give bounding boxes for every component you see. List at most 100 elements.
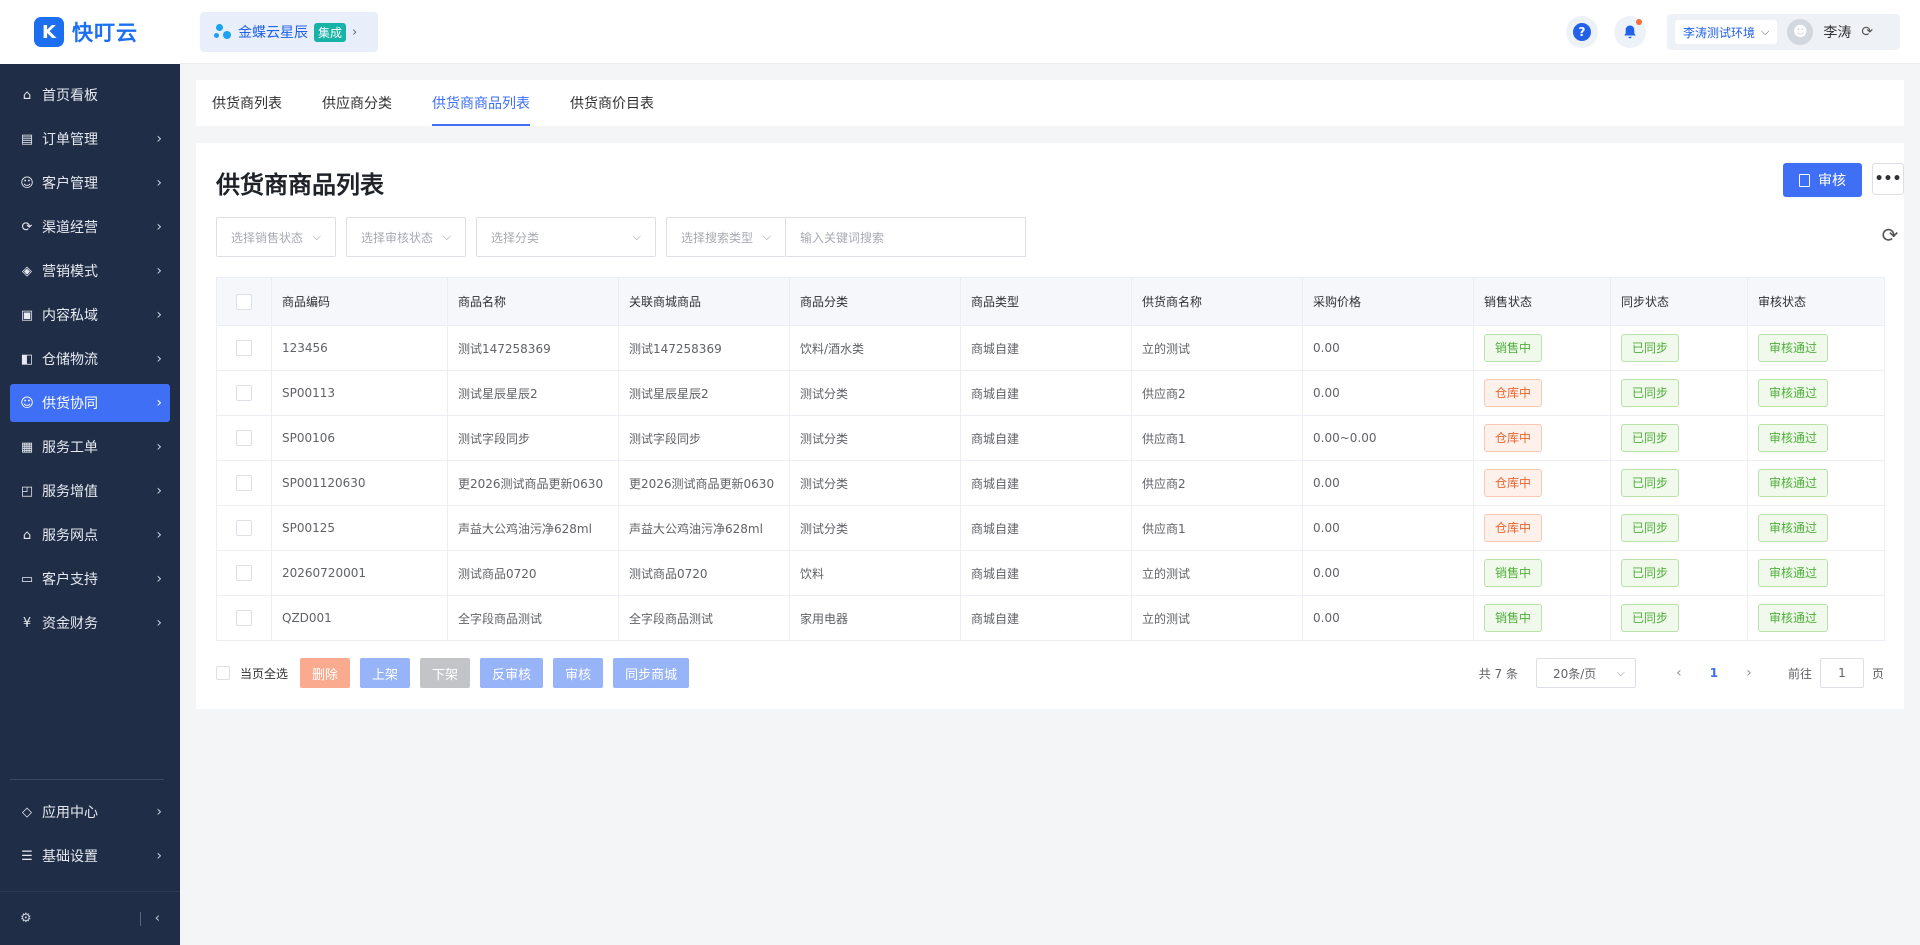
select-page-checkbox[interactable]: [216, 666, 230, 680]
row-checkbox-cell[interactable]: [216, 505, 272, 551]
settings-gear-icon[interactable]: ⚙: [20, 911, 32, 926]
row-checkbox-cell[interactable]: [216, 595, 272, 641]
select-all-checkbox[interactable]: [236, 293, 252, 310]
cell-price: 0.00: [1302, 370, 1474, 416]
org-switcher[interactable]: 金蝶云星辰 集成 ›: [200, 12, 378, 52]
total-count: 共 7 条: [1478, 666, 1518, 681]
prev-page-button[interactable]: ‹: [1664, 665, 1694, 681]
audit-button[interactable]: 审核: [1783, 163, 1862, 197]
sidebar-item-9[interactable]: ◰ 服务增值 ›: [10, 472, 170, 510]
delete-button[interactable]: 删除: [300, 658, 351, 688]
row-checkbox[interactable]: [236, 340, 252, 356]
chevron-right-icon: ›: [156, 351, 162, 367]
sidebar-item-8[interactable]: ▦ 服务工单 ›: [10, 428, 170, 466]
environment-select[interactable]: 李涛测试环境 ⌵: [1675, 20, 1778, 44]
category-select[interactable]: 选择分类 ⌵: [476, 217, 656, 257]
row-checkbox[interactable]: [236, 475, 252, 491]
goto-page-input[interactable]: 1: [1819, 658, 1864, 688]
table-row[interactable]: SP001120630 更2026测试商品更新0630 更2026测试商品更新063…: [216, 460, 1885, 506]
row-checkbox[interactable]: [236, 385, 252, 401]
keyword-search-input[interactable]: 输入关键词搜索: [786, 217, 1026, 257]
cell-price: 0.00: [1302, 505, 1474, 551]
sidebar-item-11[interactable]: ▭ 客户支持 ›: [10, 560, 170, 598]
select-page-label[interactable]: 当页全选: [240, 665, 288, 682]
row-checkbox[interactable]: [236, 610, 252, 626]
sync-mall-button[interactable]: 同步商城: [613, 658, 690, 688]
table-row[interactable]: 20260720001 测试商品0720 测试商品0720 饮料 商城自建 立的测试 0.0…: [216, 550, 1885, 596]
table-row[interactable]: QZD001 全字段商品测试 全字段商品测试 家用电器 商城自建 立的测试 0.00 销售中已…: [216, 595, 1885, 641]
more-button[interactable]: •••: [1872, 163, 1904, 195]
row-checkbox-cell[interactable]: [216, 325, 272, 371]
sales-status-select[interactable]: 选择销售状态 ⌵: [216, 217, 336, 257]
sidebar-item-3[interactable]: ⟳ 渠道经营 ›: [10, 208, 170, 246]
table-row[interactable]: SP00113 测试星辰星辰2 测试星辰星辰2 测试分类 商城自建 供应商2 0.00 仓库中…: [216, 370, 1885, 416]
sidebar-item-label: 渠道经营: [42, 220, 98, 236]
row-checkbox[interactable]: [236, 430, 252, 446]
page-number[interactable]: 1: [1694, 666, 1734, 680]
sidebar-item-label: 客户管理: [42, 176, 98, 192]
row-checkbox-cell[interactable]: [216, 415, 272, 461]
sales-status-badge: 销售中: [1484, 604, 1543, 632]
tab-3[interactable]: 供货商价目表: [570, 80, 654, 126]
sidebar-bottom-item-0[interactable]: ◇ 应用中心 ›: [10, 793, 170, 831]
cell-type: 商城自建: [960, 415, 1132, 461]
table-row[interactable]: 123456 测试147258369 测试147258369 饮料/酒水类 商城自建 立的…: [216, 325, 1885, 371]
page-size-value: 20条/页: [1552, 666, 1597, 681]
sidebar-item-6[interactable]: ◧ 仓储物流 ›: [10, 340, 170, 378]
sidebar-divider: [10, 779, 164, 780]
table-row[interactable]: SP00125 声益大公鸡油污净628ml 声益大公鸡油污净628ml 测试分类 商城自…: [216, 505, 1885, 551]
unaudit-button[interactable]: 反审核: [480, 658, 544, 688]
bag-icon: ◰: [20, 483, 34, 499]
row-checkbox-cell[interactable]: [216, 370, 272, 416]
avatar[interactable]: ☻: [1787, 19, 1814, 45]
sidebar-item-12[interactable]: ¥ 资金财务 ›: [10, 604, 170, 642]
logo[interactable]: K 快叮云: [0, 0, 180, 64]
table-row[interactable]: SP00106 测试字段同步 测试字段同步 测试分类 商城自建 供应商1 0.00~0.00…: [216, 415, 1885, 461]
row-checkbox-cell[interactable]: [216, 460, 272, 506]
audit-status-placeholder: 选择审核状态: [361, 230, 434, 245]
sidebar-item-5[interactable]: ▣ 内容私域 ›: [10, 296, 170, 334]
notification-button[interactable]: [1614, 16, 1646, 48]
refresh-list-button[interactable]: ⟳: [1876, 221, 1904, 249]
sidebar-item-1[interactable]: ▤ 订单管理 ›: [10, 120, 170, 158]
sidebar-item-10[interactable]: ⌂ 服务网点 ›: [10, 516, 170, 554]
sidebar-bottom-item-1[interactable]: ☰ 基础设置 ›: [10, 837, 170, 875]
collapse-sidebar-icon[interactable]: ‹: [155, 911, 160, 926]
row-checkbox-cell[interactable]: [216, 550, 272, 596]
help-button[interactable]: ?: [1566, 16, 1598, 48]
cell-linked: 测试星辰星辰2: [618, 370, 790, 416]
sidebar-item-0[interactable]: ⌂ 首页看板: [10, 76, 170, 114]
cell-type: 商城自建: [960, 370, 1132, 416]
page-size-select[interactable]: 20条/页 ⌵: [1535, 658, 1636, 688]
user-name[interactable]: 李涛: [1823, 22, 1851, 42]
search-type-select[interactable]: 选择搜索类型 ⌵: [666, 217, 786, 257]
next-page-button[interactable]: ›: [1734, 665, 1764, 681]
tab-1[interactable]: 供应商分类: [322, 80, 392, 126]
tab-0[interactable]: 供货商列表: [212, 80, 282, 126]
bulk-audit-button[interactable]: 审核: [553, 658, 604, 688]
tab-2[interactable]: 供货商商品列表: [432, 80, 530, 126]
help-icon: ?: [1573, 23, 1591, 41]
sidebar-item-2[interactable]: ☺ 客户管理 ›: [10, 164, 170, 202]
sidebar-item-7[interactable]: ☺ 供货协同 ›: [10, 384, 170, 422]
cell-category: 饮料/酒水类: [789, 325, 961, 371]
sidebar-item-4[interactable]: ◈ 营销模式 ›: [10, 252, 170, 290]
cell-sales: 仓库中: [1473, 370, 1611, 416]
chevron-right-icon: ›: [156, 615, 162, 631]
audit-status-select[interactable]: 选择审核状态 ⌵: [346, 217, 466, 257]
row-checkbox[interactable]: [236, 565, 252, 581]
sidebar-item-label: 客户支持: [42, 572, 98, 588]
select-all-checkbox-cell[interactable]: [216, 277, 272, 326]
cell-sales: 销售中: [1473, 325, 1611, 371]
audit-button-label: 审核: [1818, 173, 1846, 189]
sales-status-badge: 销售中: [1484, 334, 1543, 362]
remove-from-shelf-button[interactable]: 下架: [420, 658, 471, 688]
column-header: 商品分类: [789, 277, 961, 326]
refresh-icon[interactable]: ⟳: [1861, 24, 1873, 40]
user-icon: ☺: [20, 175, 34, 191]
row-checkbox[interactable]: [236, 520, 252, 536]
list-on-shelf-button[interactable]: 上架: [360, 658, 411, 688]
pagination: 共 7 条 20条/页 ⌵ ‹ 1 › 前往 1 页: [1479, 658, 1884, 688]
sidebar-item-label: 服务增值: [42, 484, 98, 500]
cell-linked: 测试147258369: [618, 325, 790, 371]
